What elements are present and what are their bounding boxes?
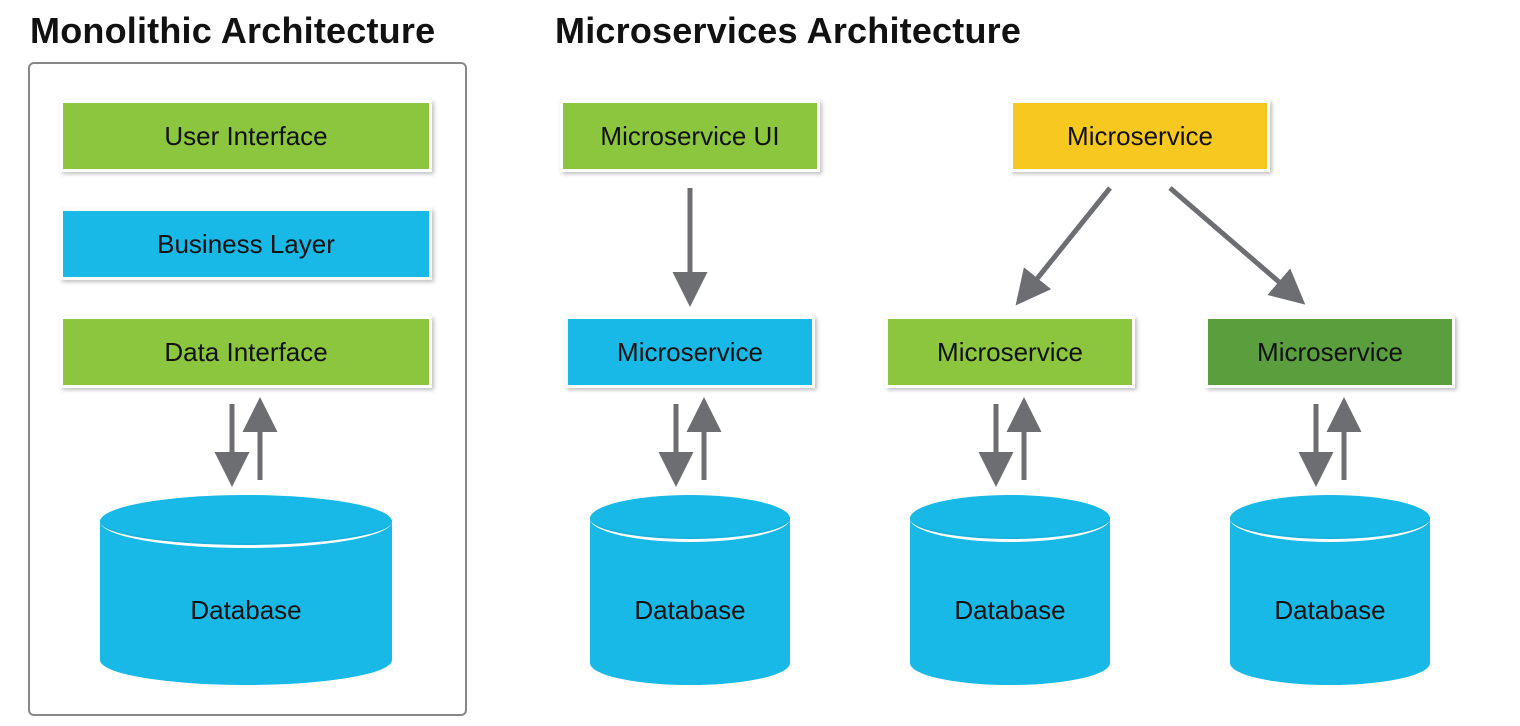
- box-label: Data Interface: [164, 337, 327, 368]
- microservice-db-3: Database: [1230, 495, 1430, 685]
- monolithic-database: Database: [100, 495, 392, 685]
- box-label: User Interface: [164, 121, 327, 152]
- microservice-ui-box: Microservice UI: [560, 100, 820, 172]
- database-label: Database: [100, 595, 392, 626]
- database-label: Database: [910, 595, 1110, 626]
- diagram-canvas: Monolithic Architecture Microservices Ar…: [0, 0, 1520, 726]
- monolithic-layer-user-interface: User Interface: [60, 100, 432, 172]
- microservice-mid-3: Microservice: [1205, 316, 1455, 388]
- monolithic-layer-data-interface: Data Interface: [60, 316, 432, 388]
- arrow-diagonal-left-icon: [1020, 188, 1110, 300]
- arrow-diagonal-right-icon: [1170, 188, 1300, 300]
- box-label: Microservice: [617, 337, 763, 368]
- microservice-mid-2: Microservice: [885, 316, 1135, 388]
- microservice-mid-1: Microservice: [565, 316, 815, 388]
- monolithic-layer-business: Business Layer: [60, 208, 432, 280]
- microservices-title: Microservices Architecture: [555, 10, 1021, 52]
- box-label: Microservice: [1257, 337, 1403, 368]
- database-label: Database: [1230, 595, 1430, 626]
- box-label: Microservice UI: [600, 121, 779, 152]
- monolithic-title: Monolithic Architecture: [30, 10, 435, 52]
- microservice-db-1: Database: [590, 495, 790, 685]
- microservice-top-box: Microservice: [1010, 100, 1270, 172]
- box-label: Microservice: [937, 337, 1083, 368]
- box-label: Microservice: [1067, 121, 1213, 152]
- microservice-db-2: Database: [910, 495, 1110, 685]
- database-label: Database: [590, 595, 790, 626]
- box-label: Business Layer: [157, 229, 335, 260]
